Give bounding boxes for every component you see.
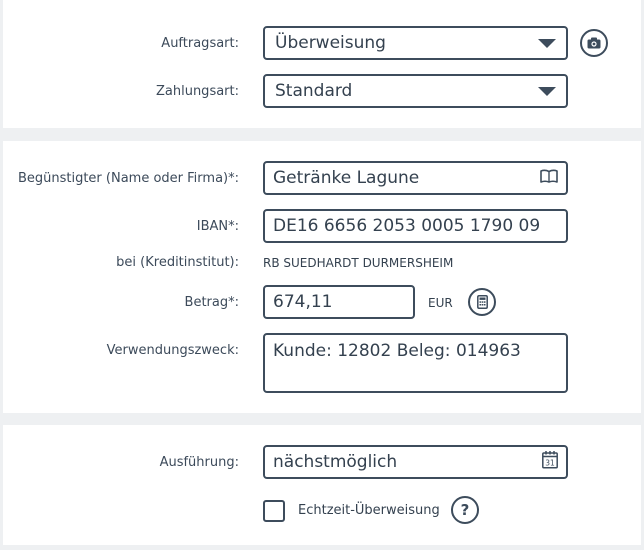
calculator-icon (476, 295, 488, 309)
zahlungsart-value: Standard (275, 81, 353, 101)
address-book-icon[interactable] (540, 168, 558, 188)
beguenstigter-input[interactable]: Getränke Lagune (263, 161, 568, 195)
echtzeit-label: Echtzeit-Überweisung (298, 503, 440, 518)
auftragsart-select[interactable]: Überweisung (263, 26, 568, 60)
calendar-icon[interactable]: 31 (542, 451, 558, 474)
verwendungszweck-textarea[interactable]: Kunde: 12802 Beleg: 014963 (263, 333, 568, 393)
bank-name: RB SUEDHARDT DURMERSHEIM (263, 256, 454, 270)
beguenstigter-value: Getränke Lagune (273, 168, 420, 188)
camera-scan-button[interactable] (580, 29, 608, 57)
auftragsart-label: Auftragsart: (161, 36, 239, 51)
auftragsart-value: Überweisung (275, 33, 386, 53)
execution-section: Ausführung: nächstmöglich 31 Echtzeit-Üb… (3, 425, 641, 545)
currency-label: EUR (428, 296, 453, 310)
ausfuehrung-label: Ausführung: (159, 455, 239, 470)
betrag-label: Betrag*: (184, 295, 239, 310)
payee-section: Begünstigter (Name oder Firma)*: Getränk… (3, 141, 641, 413)
iban-value: DE16 6656 2053 0005 1790 09 (273, 216, 541, 236)
help-button[interactable]: ? (451, 496, 479, 524)
chevron-down-icon (538, 39, 556, 48)
order-type-section: Auftragsart: Überweisung Zahlungsart: St… (3, 0, 641, 128)
betrag-input[interactable]: 674,11 (263, 285, 415, 319)
zahlungsart-label: Zahlungsart: (155, 84, 239, 99)
beguenstigter-label: Begünstigter (Name oder Firma)*: (17, 171, 239, 186)
verwendungszweck-value: Kunde: 12802 Beleg: 014963 (273, 341, 521, 361)
zahlungsart-select[interactable]: Standard (263, 74, 568, 108)
chevron-down-icon (538, 87, 556, 96)
svg-text:31: 31 (545, 459, 555, 468)
help-icon: ? (460, 501, 470, 519)
verwendungszweck-label: Verwendungszweck: (106, 343, 239, 358)
iban-label: IBAN*: (196, 219, 239, 234)
camera-icon (587, 37, 601, 49)
calculator-button[interactable] (468, 288, 496, 316)
ausfuehrung-value: nächstmöglich (273, 452, 398, 472)
echtzeit-checkbox[interactable] (263, 500, 285, 522)
iban-input[interactable]: DE16 6656 2053 0005 1790 09 (263, 209, 568, 243)
betrag-value: 674,11 (273, 292, 333, 312)
ausfuehrung-input[interactable]: nächstmöglich 31 (263, 445, 568, 479)
bank-label: bei (Kreditinstitut): (116, 255, 239, 270)
